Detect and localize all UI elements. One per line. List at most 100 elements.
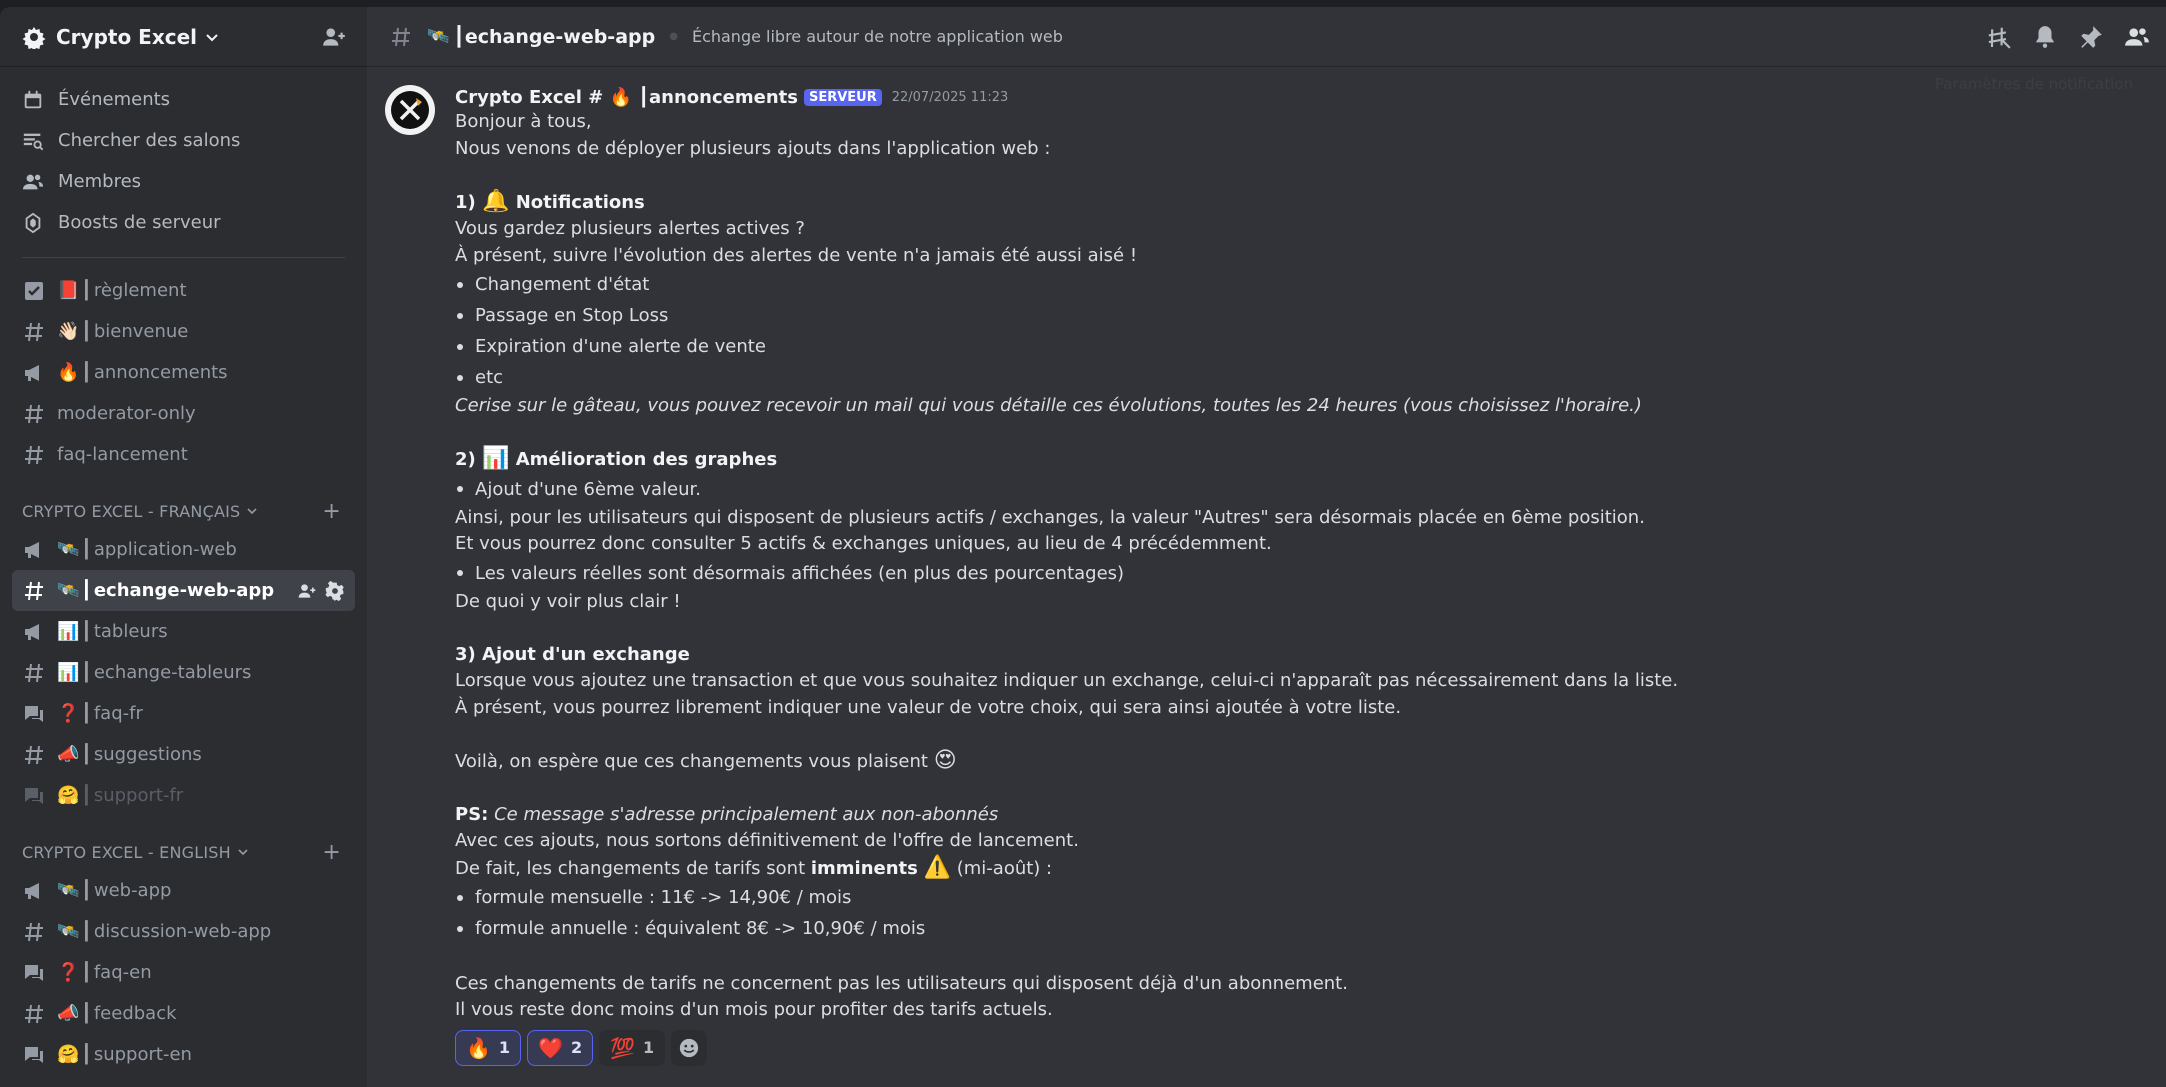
channel-faq-lancement[interactable]: faq-lancement [12,434,355,475]
channel-label: suggestions [93,744,202,765]
bullet-item: Expiration d'une alerte de vente [455,331,2145,362]
channel-echange-web-app[interactable]: 🛰️ ┃ echange-web-app [12,570,355,611]
nav-label: Chercher des salons [58,130,241,151]
channel-label: règlement [93,280,187,301]
nav-label: Membres [58,171,142,192]
reaction-fire[interactable]: 🔥 1 [455,1029,522,1066]
boost-icon [25,212,41,233]
hash-icon [25,404,43,423]
channel-label: echange-tableurs [93,662,252,683]
channel-list-fr: 🛰️ ┃ application-web 🛰️ ┃ echange-web-app 📊 ┃… [0,529,367,816]
channel-label: bienvenue [93,321,189,342]
category-en[interactable]: CRYPTO EXCEL - ENGLISH + [0,834,367,870]
server-header[interactable]: Crypto Excel [0,7,367,67]
threads-icon[interactable] [1986,24,2012,50]
channel-emoji: 🛰️ [57,539,80,560]
hundred-emoji: 💯 [610,1035,635,1060]
nav-label: Événements [58,89,171,110]
notification-bell-icon[interactable] [2032,24,2058,50]
invite-people-icon[interactable] [321,24,347,50]
channel-web-app[interactable]: 🛰️ ┃ web-app [12,870,355,911]
channel-faq-en[interactable]: ❓ ┃ faq-en [12,952,355,993]
announcement-icon [25,541,39,558]
add-reaction-button[interactable] [671,1029,708,1066]
message-line-italic: Cerise sur le gâteau, vous pouvez recevo… [455,395,1642,416]
channel-reglement[interactable]: 📕 ┃ règlement [12,270,355,311]
channel-label: discussion-web-app [93,921,272,942]
channel-emoji: 📊 [57,621,80,642]
message-line: Ainsi, pour les utilisateurs qui dispose… [455,506,1645,528]
channel-application-web[interactable]: 🛰️ ┃ application-web [12,529,355,570]
channel-label: faq-lancement [57,444,188,465]
message-content: Crypto Excel # 🔥 ┃annoncements SERVEUR 2… [455,85,2145,1066]
channel-suggestions[interactable]: 📣 ┃ suggestions [12,734,355,775]
nav-members[interactable]: Membres [0,161,367,202]
category-fr[interactable]: CRYPTO EXCEL - FRANÇAIS + [0,493,367,529]
channel-emoji: ❓ [57,703,80,724]
reaction-count: 1 [498,1038,511,1057]
category-label: CRYPTO EXCEL - ENGLISH [22,842,231,862]
bullet-item: Ajout d'une 6ème valeur. [455,474,2145,505]
nav-browse-channels[interactable]: Chercher des salons [0,120,367,161]
server-sidebar: Crypto Excel Événements Chercher des sal… [0,7,367,1087]
chevron-down-icon [206,33,218,41]
hash-icon [25,1004,43,1023]
member-list-icon[interactable] [2124,24,2150,50]
section-heading-graphs: 2) 📊 Amélioration des graphes [455,446,778,471]
reaction-count: 1 [643,1038,655,1057]
message-line: À présent, suivre l'évolution des alerte… [455,244,1138,266]
hash-icon [25,322,43,341]
fire-emoji: 🔥 [466,1035,491,1060]
server-badge: SERVEUR [803,88,882,106]
channel-annoncements[interactable]: 🔥 ┃ annoncements [12,352,355,393]
browse-channels-icon [23,133,44,150]
channel-moderator-only[interactable]: moderator-only [12,393,355,434]
channel-faq-fr[interactable]: ❓ ┃ faq-fr [12,693,355,734]
channel-emoji: 🤗 [57,785,80,806]
channel-list-en: 🛰️ ┃ web-app 🛰️ ┃ discussion-web-app ❓ ┃ faq-e… [0,870,367,1075]
create-channel-icon[interactable]: + [322,840,341,865]
channel-support-fr[interactable]: 🤗 ┃ support-fr [12,775,355,816]
gear-icon[interactable] [325,580,345,601]
forum-icon [25,787,43,804]
channel-feedback[interactable]: 📣 ┃ feedback [12,993,355,1034]
create-channel-icon[interactable]: + [322,499,341,524]
channel-discussion-web-app[interactable]: 🛰️ ┃ discussion-web-app [12,911,355,952]
channel-topic[interactable]: Échange libre autour de notre applicatio… [692,27,1063,46]
message-line: De fait, les changements de tarifs sont … [455,854,1053,880]
nav-events[interactable]: Événements [0,79,367,120]
hash-icon [25,745,43,764]
hash-icon [25,581,43,600]
channel-echange-tableurs[interactable]: 📊 ┃ echange-tableurs [12,652,355,693]
channel-support-en[interactable]: 🤗 ┃ support-en [12,1034,355,1075]
channel-title: ┃echange-web-app [453,25,656,48]
channel-tableurs[interactable]: 📊 ┃ tableurs [12,611,355,652]
channel-emoji: 📊 [57,662,80,683]
pin-icon[interactable] [2078,24,2104,50]
sidebar-divider [22,257,345,258]
avatar[interactable] [385,85,435,135]
message-line: Ces changements de tarifs ne concernent … [455,972,1348,994]
channel-label: web-app [93,880,172,901]
hash-icon [392,27,410,46]
message-line: De quoi y voir plus clair ! [455,590,681,612]
nav-server-boosts[interactable]: Boosts de serveur [0,202,367,243]
smiley-icon [679,1038,699,1057]
reaction-heart[interactable]: ❤️ 2 [527,1029,594,1066]
message-author[interactable]: Crypto Excel # 🔥 ┃annoncements [455,87,798,108]
channel-header: 🛰️ ┃echange-web-app ● Échange libre auto… [367,7,2166,67]
bullet-item: Les valeurs réelles sont désormais affic… [455,558,2145,589]
hash-icon [25,663,43,682]
chevron-down-icon [247,508,257,515]
channel-emoji: 🛰️ [57,880,80,901]
invite-icon[interactable] [297,581,317,601]
chevron-down-icon [238,849,248,856]
ps-line: PS: Ce message s'adresse principalement … [455,803,999,825]
channel-bienvenue[interactable]: 👋🏻 ┃ bienvenue [12,311,355,352]
discord-app: Crypto Excel Événements Chercher des sal… [0,7,2166,1087]
message-line: À présent, vous pourrez librement indiqu… [455,696,1402,718]
server-logo-icon [22,26,46,49]
reaction-hundred[interactable]: 💯 1 [599,1029,666,1066]
channel-label: feedback [93,1003,177,1024]
calendar-icon [24,90,42,108]
